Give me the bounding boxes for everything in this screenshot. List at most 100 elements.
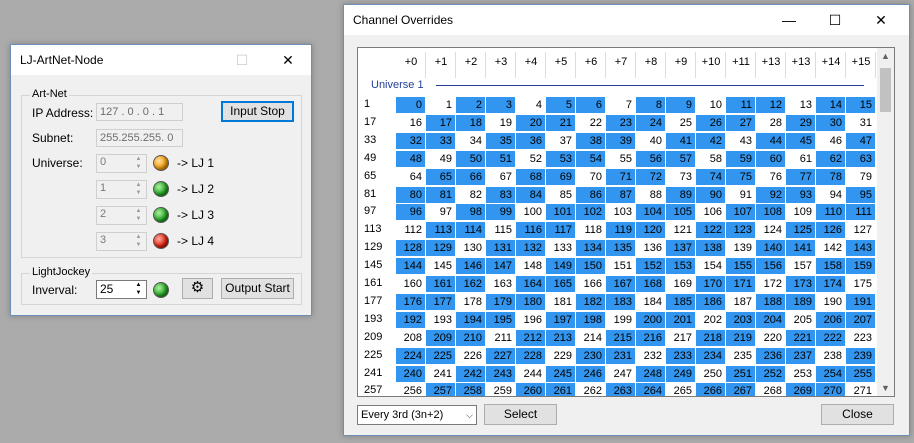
channel-cell[interactable]: 57: [666, 150, 695, 167]
gear-icon[interactable]: ⚙: [182, 278, 213, 299]
channel-cell[interactable]: 145: [426, 258, 455, 274]
channel-cell[interactable]: 254: [816, 365, 845, 382]
subnet-field[interactable]: 255.255.255. 0: [96, 129, 183, 147]
channel-cell[interactable]: 146: [456, 258, 485, 275]
channel-cell[interactable]: 114: [456, 222, 485, 239]
channel-cell[interactable]: 223: [846, 330, 875, 346]
channel-cell[interactable]: 26: [696, 114, 725, 131]
column-header[interactable]: +13: [786, 56, 816, 68]
input-stop-button[interactable]: Input Stop: [221, 101, 294, 122]
channel-cell[interactable]: 94: [816, 187, 845, 203]
channel-cell[interactable]: 163: [486, 276, 515, 292]
channel-cell[interactable]: 220: [756, 330, 785, 346]
channel-cell[interactable]: 216: [636, 329, 665, 346]
channel-cell[interactable]: 186: [696, 293, 725, 310]
column-header[interactable]: +3: [486, 56, 516, 68]
channel-cell[interactable]: 97: [426, 204, 455, 220]
channel-cell[interactable]: 142: [816, 240, 845, 256]
channel-cell[interactable]: 147: [486, 258, 515, 275]
column-header[interactable]: +15: [846, 56, 876, 68]
channel-cell[interactable]: 118: [576, 222, 605, 238]
channel-cell[interactable]: 227: [486, 347, 515, 364]
channel-cell[interactable]: 152: [636, 258, 665, 275]
channel-cell[interactable]: 30: [816, 114, 845, 131]
channel-cell[interactable]: 42: [696, 132, 725, 149]
channel-cell[interactable]: 191: [846, 293, 875, 310]
channel-cell[interactable]: 257: [426, 383, 455, 396]
minimize-icon[interactable]: —: [766, 5, 812, 35]
channel-cell[interactable]: 44: [756, 132, 785, 149]
channel-cell[interactable]: 46: [816, 133, 845, 149]
channel-cell[interactable]: 222: [816, 329, 845, 346]
channel-cell[interactable]: 256: [396, 383, 425, 396]
channel-cell[interactable]: 95: [846, 186, 875, 203]
close-icon[interactable]: ✕: [858, 5, 904, 35]
spin-down-icon[interactable]: ▼: [132, 163, 145, 171]
channel-cell[interactable]: 229: [546, 348, 575, 364]
universe-4-spinner[interactable]: 3 ▲ ▼: [96, 232, 147, 251]
channel-cell[interactable]: 6: [576, 97, 605, 113]
channel-cell[interactable]: 101: [546, 204, 575, 221]
channel-cell[interactable]: 167: [606, 276, 635, 292]
channel-cell[interactable]: 217: [666, 330, 695, 346]
channel-cell[interactable]: 66: [456, 168, 485, 185]
column-header[interactable]: +0: [396, 56, 426, 68]
channel-cell[interactable]: 100: [516, 204, 545, 220]
channel-cell[interactable]: 27: [726, 114, 755, 131]
channel-cell[interactable]: 237: [786, 347, 815, 364]
channel-cell[interactable]: 73: [666, 169, 695, 185]
channel-cell[interactable]: 249: [666, 365, 695, 382]
channel-cell[interactable]: 205: [786, 312, 815, 328]
scroll-thumb[interactable]: [880, 68, 891, 112]
channel-cell[interactable]: 221: [786, 329, 815, 346]
channel-cell[interactable]: 233: [666, 347, 695, 364]
channel-cell[interactable]: 58: [696, 151, 725, 167]
select-button[interactable]: Select: [484, 404, 557, 425]
channel-cell[interactable]: 0: [396, 97, 425, 113]
channel-cell[interactable]: 21: [546, 114, 575, 131]
channel-cell[interactable]: 15: [846, 97, 875, 113]
channel-cell[interactable]: 239: [846, 347, 875, 364]
channel-cell[interactable]: 63: [846, 150, 875, 167]
spin-up-icon[interactable]: ▲: [132, 233, 145, 241]
spin-up-icon[interactable]: ▲: [132, 181, 145, 189]
channel-cell[interactable]: 116: [516, 222, 545, 239]
channel-cell[interactable]: 32: [396, 132, 425, 149]
channel-cell[interactable]: 82: [456, 187, 485, 203]
channel-cell[interactable]: 199: [606, 312, 635, 328]
channel-cell[interactable]: 23: [606, 114, 635, 131]
channel-cell[interactable]: 74: [696, 168, 725, 185]
channel-cell[interactable]: 224: [396, 347, 425, 364]
channel-cell[interactable]: 189: [786, 293, 815, 310]
channel-cell[interactable]: 196: [516, 312, 545, 328]
channel-cell[interactable]: 99: [486, 204, 515, 221]
channel-cell[interactable]: 84: [516, 186, 545, 203]
chevron-down-icon[interactable]: ⌵: [466, 406, 473, 424]
channel-cell[interactable]: 202: [696, 312, 725, 328]
channel-cell[interactable]: 212: [516, 329, 545, 346]
scroll-down-icon[interactable]: ▼: [877, 380, 894, 396]
channel-cell[interactable]: 148: [516, 258, 545, 274]
channel-cell[interactable]: 192: [396, 311, 425, 328]
channel-cell[interactable]: 207: [846, 311, 875, 328]
channel-cell[interactable]: 43: [726, 133, 755, 149]
column-header[interactable]: +1: [426, 56, 456, 68]
channel-cell[interactable]: 219: [726, 329, 755, 346]
channel-cell[interactable]: 11: [726, 97, 755, 113]
channel-cell[interactable]: 267: [726, 383, 755, 396]
channel-cell[interactable]: 133: [546, 240, 575, 256]
spin-down-icon[interactable]: ▼: [132, 241, 145, 249]
column-header[interactable]: +2: [456, 56, 486, 68]
channel-cell[interactable]: 248: [636, 365, 665, 382]
channel-cell[interactable]: 211: [486, 330, 515, 346]
channel-cell[interactable]: 238: [816, 348, 845, 364]
channel-cell[interactable]: 175: [846, 276, 875, 292]
channel-cell[interactable]: 258: [456, 383, 485, 396]
channel-cell[interactable]: 28: [756, 115, 785, 131]
column-header[interactable]: +9: [666, 56, 696, 68]
column-header[interactable]: +7: [606, 56, 636, 68]
channel-cell[interactable]: 169: [666, 276, 695, 292]
channel-cell[interactable]: 55: [606, 151, 635, 167]
channel-cell[interactable]: 230: [576, 347, 605, 364]
channel-cell[interactable]: 183: [606, 293, 635, 310]
